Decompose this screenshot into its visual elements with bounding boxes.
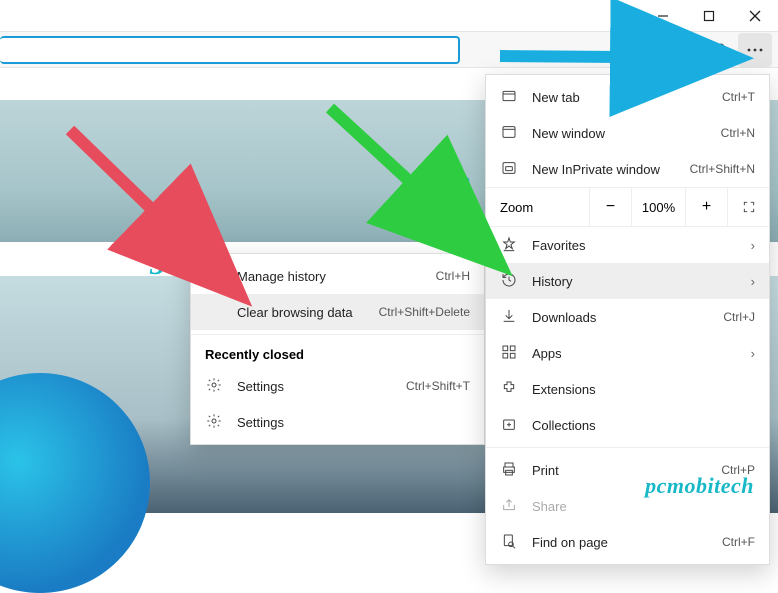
toolbar bbox=[0, 32, 778, 68]
watermark: pcmobitech bbox=[645, 473, 754, 499]
menu-label: New tab bbox=[532, 90, 708, 105]
window-titlebar bbox=[0, 0, 778, 32]
new-window-icon bbox=[500, 124, 518, 143]
submenu-clear-browsing-data[interactable]: Clear browsing data Ctrl+Shift+Delete bbox=[191, 294, 484, 330]
menu-label: Apps bbox=[532, 346, 737, 361]
menu-label: Find on page bbox=[532, 535, 708, 550]
menu-find-on-page[interactable]: Find on page Ctrl+F bbox=[486, 524, 769, 560]
minimize-button[interactable] bbox=[640, 0, 686, 32]
zoom-in-button[interactable]: + bbox=[685, 187, 727, 227]
recently-closed-item[interactable]: Settings bbox=[191, 404, 484, 440]
recently-closed-header: Recently closed bbox=[191, 339, 484, 368]
menu-label: Clear browsing data bbox=[237, 305, 365, 320]
inprivate-icon bbox=[500, 160, 518, 179]
menu-label: Share bbox=[532, 499, 755, 514]
menu-shortcut: Ctrl+Shift+Delete bbox=[379, 305, 470, 319]
print-icon bbox=[500, 461, 518, 480]
menu-separator bbox=[486, 447, 769, 448]
menu-collections[interactable]: Collections bbox=[486, 407, 769, 443]
chevron-right-icon: › bbox=[751, 238, 755, 253]
menu-label: Settings bbox=[237, 415, 456, 430]
menu-history[interactable]: History › bbox=[486, 263, 769, 299]
menu-label: Downloads bbox=[532, 310, 709, 325]
new-tab-icon bbox=[500, 88, 518, 107]
menu-shortcut: Ctrl+H bbox=[436, 269, 470, 283]
close-button[interactable] bbox=[732, 0, 778, 32]
favorite-star-icon[interactable] bbox=[602, 33, 636, 67]
zoom-label: Zoom bbox=[486, 200, 589, 215]
menu-shortcut: Ctrl+T bbox=[722, 90, 755, 104]
menu-downloads[interactable]: Downloads Ctrl+J bbox=[486, 299, 769, 335]
chevron-right-icon: › bbox=[751, 274, 755, 289]
zoom-out-button[interactable]: − bbox=[589, 187, 631, 227]
menu-zoom-row: Zoom − 100% + bbox=[486, 187, 769, 227]
menu-favorites[interactable]: Favorites › bbox=[486, 227, 769, 263]
gear-icon bbox=[205, 413, 223, 432]
favorites-icon bbox=[500, 236, 518, 255]
history-icon bbox=[205, 267, 223, 286]
downloads-icon bbox=[500, 308, 518, 327]
menu-extensions[interactable]: Extensions bbox=[486, 371, 769, 407]
favorites-toolbar-icon[interactable] bbox=[636, 33, 670, 67]
menu-label: New InPrivate window bbox=[532, 162, 676, 177]
fullscreen-button[interactable] bbox=[727, 187, 769, 227]
more-menu-button[interactable] bbox=[738, 33, 772, 67]
menu-label: Settings bbox=[237, 379, 392, 394]
collections-toolbar-icon[interactable] bbox=[670, 33, 704, 67]
menu-shortcut: Ctrl+F bbox=[722, 535, 755, 549]
menu-label: Manage history bbox=[237, 269, 422, 284]
history-submenu: Manage history Ctrl+H Clear browsing dat… bbox=[190, 253, 485, 445]
menu-shortcut: Ctrl+J bbox=[723, 310, 755, 324]
menu-new-window[interactable]: New window Ctrl+N bbox=[486, 115, 769, 151]
history-icon bbox=[500, 272, 518, 291]
annotation-number-2: 2 bbox=[455, 170, 470, 204]
menu-new-inprivate[interactable]: New InPrivate window Ctrl+Shift+N bbox=[486, 151, 769, 187]
find-icon bbox=[500, 533, 518, 552]
menu-apps[interactable]: Apps › bbox=[486, 335, 769, 371]
annotation-number-3: 3 bbox=[150, 248, 165, 282]
recently-closed-item[interactable]: Settings Ctrl+Shift+T bbox=[191, 368, 484, 404]
menu-shortcut: Ctrl+N bbox=[721, 126, 755, 140]
apps-icon bbox=[500, 344, 518, 363]
address-bar[interactable] bbox=[0, 36, 460, 64]
menu-shortcut: Ctrl+Shift+T bbox=[406, 379, 470, 393]
zoom-value: 100% bbox=[631, 187, 685, 227]
menu-label: Extensions bbox=[532, 382, 755, 397]
collections-icon bbox=[500, 416, 518, 435]
extensions-icon bbox=[500, 380, 518, 399]
menu-label: New window bbox=[532, 126, 707, 141]
submenu-manage-history[interactable]: Manage history Ctrl+H bbox=[191, 258, 484, 294]
maximize-button[interactable] bbox=[686, 0, 732, 32]
menu-separator bbox=[191, 334, 484, 335]
gear-icon bbox=[205, 377, 223, 396]
menu-label: History bbox=[532, 274, 737, 289]
menu-shortcut: Ctrl+Shift+N bbox=[690, 162, 755, 176]
chevron-right-icon: › bbox=[751, 346, 755, 361]
menu-label: Collections bbox=[532, 418, 755, 433]
menu-new-tab[interactable]: New tab Ctrl+T bbox=[486, 79, 769, 115]
menu-label: Favorites bbox=[532, 238, 737, 253]
